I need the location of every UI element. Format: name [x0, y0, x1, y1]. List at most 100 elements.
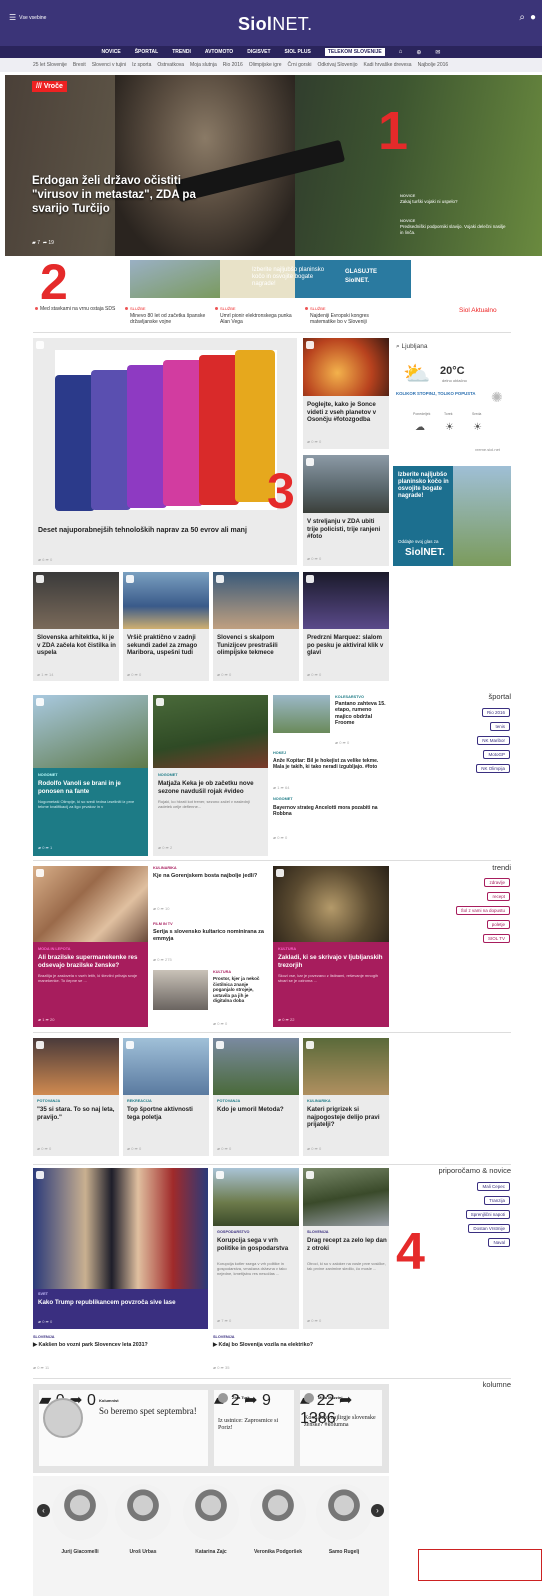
column-card[interactable]: Kolumnist So beremo spet septembra! ▰ 0 … [39, 1390, 208, 1466]
column-card[interactable]: Miha Mazzini Kdo lakko najlirgje slovens… [300, 1390, 382, 1466]
tag-link[interactable]: MotoGP [483, 750, 510, 759]
trendi-card-main[interactable]: MODA IN LEPOTA Ali brazilske supermaneke… [33, 866, 148, 1027]
sub-link[interactable]: Brexit [73, 62, 86, 68]
tag-link[interactable]: Mali Cepec [477, 1182, 510, 1191]
recommend-card[interactable]: SLOVENIJA Drag recept za zelo lep dan z … [303, 1168, 389, 1329]
columnist-name[interactable]: Uroš Urbas [108, 1549, 178, 1555]
trendi-small-card[interactable]: KULTURA Prostor, kjer ja nekoč čistilnic… [153, 970, 268, 1028]
tag-link[interactable]: Tranzija [484, 1196, 510, 1205]
columnist-avatar[interactable] [115, 1484, 171, 1540]
weather-widget[interactable]: ⌕ Ljubljana ⛅ 20°C delno oblačno KOLIKOR… [393, 340, 511, 458]
feature-card[interactable]: Deset najuporabnejših tehnoloških naprav… [33, 338, 297, 565]
sub-link[interactable]: Najbolje 2016 [418, 62, 449, 68]
article-card[interactable]: Vršič praktično v zadnji sekundi zadel z… [123, 572, 209, 681]
hamburger-icon[interactable]: ☰ [9, 13, 16, 22]
columnist-name[interactable]: Jurij Giacomelli [45, 1549, 115, 1555]
article-card[interactable]: Predrzni Marquez: slalom po pesku je akt… [303, 572, 389, 681]
columnist-name[interactable]: Samo Rugelj [309, 1549, 379, 1555]
sub-link[interactable]: Kadi hrvaške drevesa [363, 62, 411, 68]
nav-novice[interactable]: NOVICE [102, 49, 121, 55]
side-card[interactable]: V streljanju v ZDA ubiti trije policisti… [303, 455, 389, 566]
article-card[interactable]: KULINARIKA Kateri prigrizek si najpogoste… [303, 1038, 389, 1156]
columnist-avatar[interactable] [52, 1484, 108, 1540]
user-icon[interactable]: ● [530, 12, 536, 23]
section-heading-trendi[interactable]: trendi [492, 863, 511, 872]
trendi-list-item[interactable]: FILM IN TV Serija s slovensko kultarico … [153, 922, 268, 967]
sub-link[interactable]: Rio 2016 [223, 62, 243, 68]
sub-link[interactable]: Slovenci v tujini [92, 62, 126, 68]
nav-avtomoto[interactable]: AVTOMOTO [205, 49, 233, 55]
ticker-item[interactable]: SLUŽBE Umrl pionir elektronskega punka Al… [215, 306, 298, 326]
trendi-list-item[interactable]: KULINARIKA Kje na Gorenjskem bosta najbo… [153, 866, 268, 916]
ad-banner[interactable]: Izberite najljubšo planinsko kočo in osv… [130, 260, 411, 298]
tag-link[interactable]: Naval [488, 1238, 510, 1247]
weather-city[interactable]: ⌕ Ljubljana [396, 343, 427, 351]
tag-link[interactable]: NK Olimpija [476, 764, 510, 773]
weather-link[interactable]: vreme.siol.net [475, 447, 500, 452]
tag-link[interactable]: poletje [486, 920, 510, 929]
sub-link[interactable]: Črni gorski [288, 62, 312, 68]
side-card[interactable]: Poglejte, kako je Sonce videti z vseh pl… [303, 338, 389, 449]
recommend-card-main[interactable]: SVET Kako Trump republikancem povzroča s… [33, 1168, 208, 1329]
nav-siol-plus[interactable]: SIOL PLUS [285, 49, 311, 55]
columnist-name[interactable]: Veronika Podgoršek [243, 1549, 313, 1555]
recommend-list-item[interactable]: SLOVENIJA ▶ Kakšen bo vozni park Slovenc… [33, 1335, 208, 1373]
nav-trendi[interactable]: TRENDI [172, 49, 191, 55]
home-icon[interactable]: ⌂ [399, 49, 403, 55]
nav-telekom[interactable]: TELEKOM SLOVENIJE [324, 48, 385, 56]
tag-link[interactable]: Šol z vami na dopustu [455, 906, 510, 915]
tag-link[interactable]: Dostan Vrstmije [468, 1224, 510, 1233]
sub-link[interactable]: Odkrivaj Slovenijo [317, 62, 357, 68]
ticker-item[interactable]: Med stavkami na vrnu ostaja SDS [35, 306, 118, 313]
hero-side-link[interactable]: NOVICE Predsedniški podporniki slavijo. V… [400, 218, 510, 236]
recommend-card[interactable]: GOSPODARSTVO Korupcija sega v vrh politi… [213, 1168, 299, 1329]
sub-link[interactable]: 25 let Slovenije [33, 62, 67, 68]
video-link[interactable]: ▶ Kdaj bo Slovenija vozila na elektriko? [213, 1342, 389, 1348]
hero-title[interactable]: Erdogan želi državo očistiti "virusov in… [32, 174, 202, 216]
menu-button[interactable]: ☰ Vse vsebine [9, 13, 46, 22]
tag-link[interactable]: SIOL TV [482, 934, 510, 943]
columnist-avatar[interactable] [183, 1484, 239, 1540]
article-card[interactable]: POTOVANJA Kdo je umoril Metoda? ▰ 0 ➦ 0 [213, 1038, 299, 1156]
sport-card[interactable]: NOGOMET Matjaža Keka je ob začetku nove … [153, 695, 268, 856]
sub-link[interactable]: Olimpijske igre [249, 62, 282, 68]
mail-icon[interactable]: ✉ [435, 49, 440, 56]
ad-box[interactable]: Izberite najljubšo planinsko kočo in osv… [393, 466, 511, 566]
ticker-label[interactable]: Siol Aktualno [459, 307, 497, 314]
sport-small-card[interactable]: KOLESARSTVO Pantano zahteva 15. etapo, r… [273, 695, 389, 747]
tag-link[interactable]: tenis [490, 722, 510, 731]
ticker-item[interactable]: SLUŽBE Najdeniji Evropski kongres matemat… [305, 306, 388, 326]
trendi-card[interactable]: KULTURA Zakladi, ki se skrivajo v ljublj… [273, 866, 389, 1027]
article-card[interactable]: REKREACIJA Top športne aktivnosti tega po… [123, 1038, 209, 1156]
site-logo[interactable]: SiolNET. [238, 14, 312, 35]
columnist-avatar[interactable] [250, 1484, 306, 1540]
carousel-next-button[interactable]: › [371, 1504, 384, 1517]
article-card[interactable]: Slovenska arhitektka, ki je v ZDA začela… [33, 572, 119, 681]
article-card[interactable]: Slovenci s skalpom Tunizijcev prestrašil… [213, 572, 299, 681]
banner-cta[interactable]: GLASUJTE SiolNET. [345, 268, 377, 286]
section-heading-sportal[interactable]: športal [488, 692, 511, 701]
ticker-item[interactable]: SLUŽBE Minevo 80 let od začetka španske d… [125, 306, 208, 326]
sport-card-main[interactable]: NOGOMET Rodolfo Vanoli se brani in je po… [33, 695, 148, 856]
tag-link[interactable]: Sprenjlični napoti [465, 1210, 510, 1219]
carousel-prev-button[interactable]: ‹ [37, 1504, 50, 1517]
tag-link[interactable]: Rio 2016 [481, 708, 510, 717]
section-heading-kolumne[interactable]: kolumne [483, 1380, 511, 1389]
tag-link[interactable]: zdravlje [484, 878, 510, 887]
nav-sportal[interactable]: ŠPORTAL [135, 49, 159, 55]
sub-link[interactable]: Moja slutnja [190, 62, 217, 68]
search-icon[interactable]: ⌕ [519, 12, 525, 23]
columnist-name[interactable]: Katarina Zajc [176, 1549, 246, 1555]
sub-link[interactable]: Ostrvatkova [157, 62, 184, 68]
columnist-avatar[interactable] [316, 1484, 372, 1540]
article-card[interactable]: POTOVANJA "35 si stara. To so naj leta, p… [33, 1038, 119, 1156]
recommend-list-item[interactable]: SLOVENIJA ▶ Kdaj bo Slovenija vozila na … [213, 1335, 389, 1373]
sport-list-item[interactable]: HOKEJ Anže Kopitar: Bil je hokejist za v… [273, 751, 389, 791]
weather-promo[interactable]: KOLIKOR STOPINJ, TOLIKO POPUSTA [396, 391, 476, 396]
column-card[interactable]: Žiga Turk Iz ustnice: Zaprosmice si Pori… [214, 1390, 294, 1466]
nav-digisvet[interactable]: DIGISVET [247, 49, 270, 55]
globe-icon[interactable]: ⊕ [416, 49, 421, 56]
section-heading-priporocamo[interactable]: priporočamo & novice [438, 1166, 511, 1175]
video-link[interactable]: ▶ Kakšen bo vozni park Slovencev leta 20… [33, 1342, 208, 1348]
hero-side-link[interactable]: NOVICE Zakaj turški vojaki ni uspelo? [400, 193, 510, 205]
